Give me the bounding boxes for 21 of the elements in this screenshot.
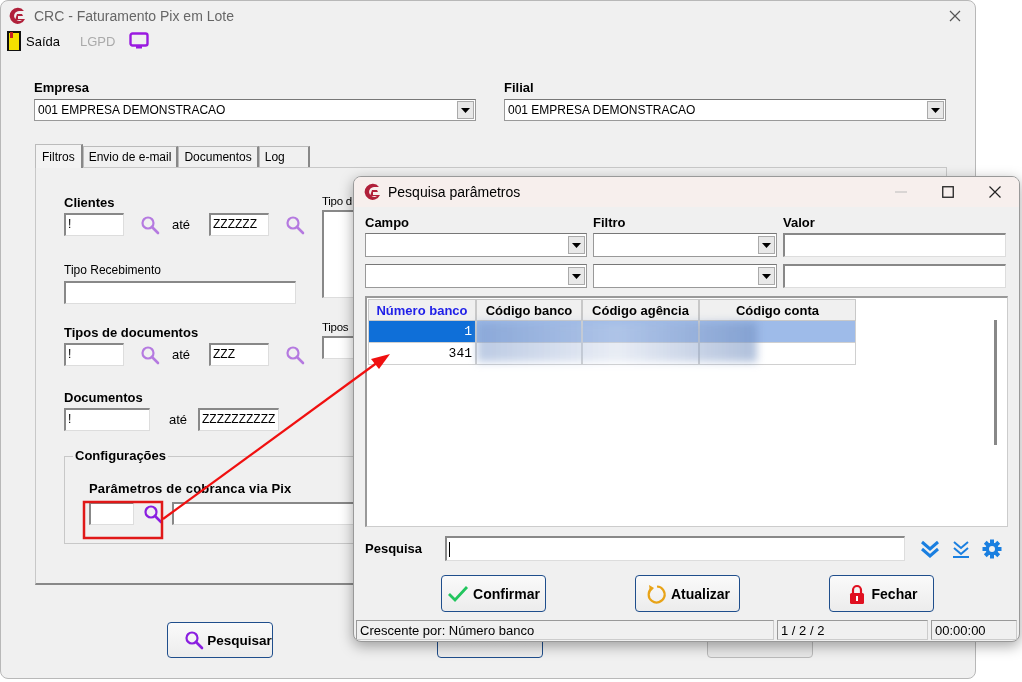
field-label: Pesquisa	[365, 541, 424, 556]
dialog-title: Pesquisa parâmetros	[388, 184, 522, 200]
window-title: CRC - Faturamento Pix em Lote	[34, 7, 235, 24]
status-text: 00:00:00	[931, 620, 1017, 640]
field-label: Filial	[504, 80, 535, 95]
group-title: Configurações	[73, 448, 168, 463]
status-text: Crescente por: Número banco	[356, 620, 774, 640]
field-label: Documentos	[64, 390, 144, 405]
range-label: até	[172, 217, 192, 232]
column-label: Campo	[365, 215, 411, 231]
field-label: Tipos de documentos	[64, 325, 200, 340]
field-label: Tipo Recebimento	[64, 263, 162, 277]
field-label: Clientes	[64, 195, 116, 210]
field-label: Tipo d	[322, 195, 353, 207]
range-label: até	[172, 347, 192, 362]
field-label: Empresa	[34, 80, 90, 95]
range-label: até	[169, 412, 189, 427]
status-text: 1 / 2 / 2	[777, 620, 928, 640]
field-label: Tipos	[322, 321, 350, 333]
column-label: Filtro	[593, 215, 627, 231]
column-label: Valor	[783, 215, 816, 231]
